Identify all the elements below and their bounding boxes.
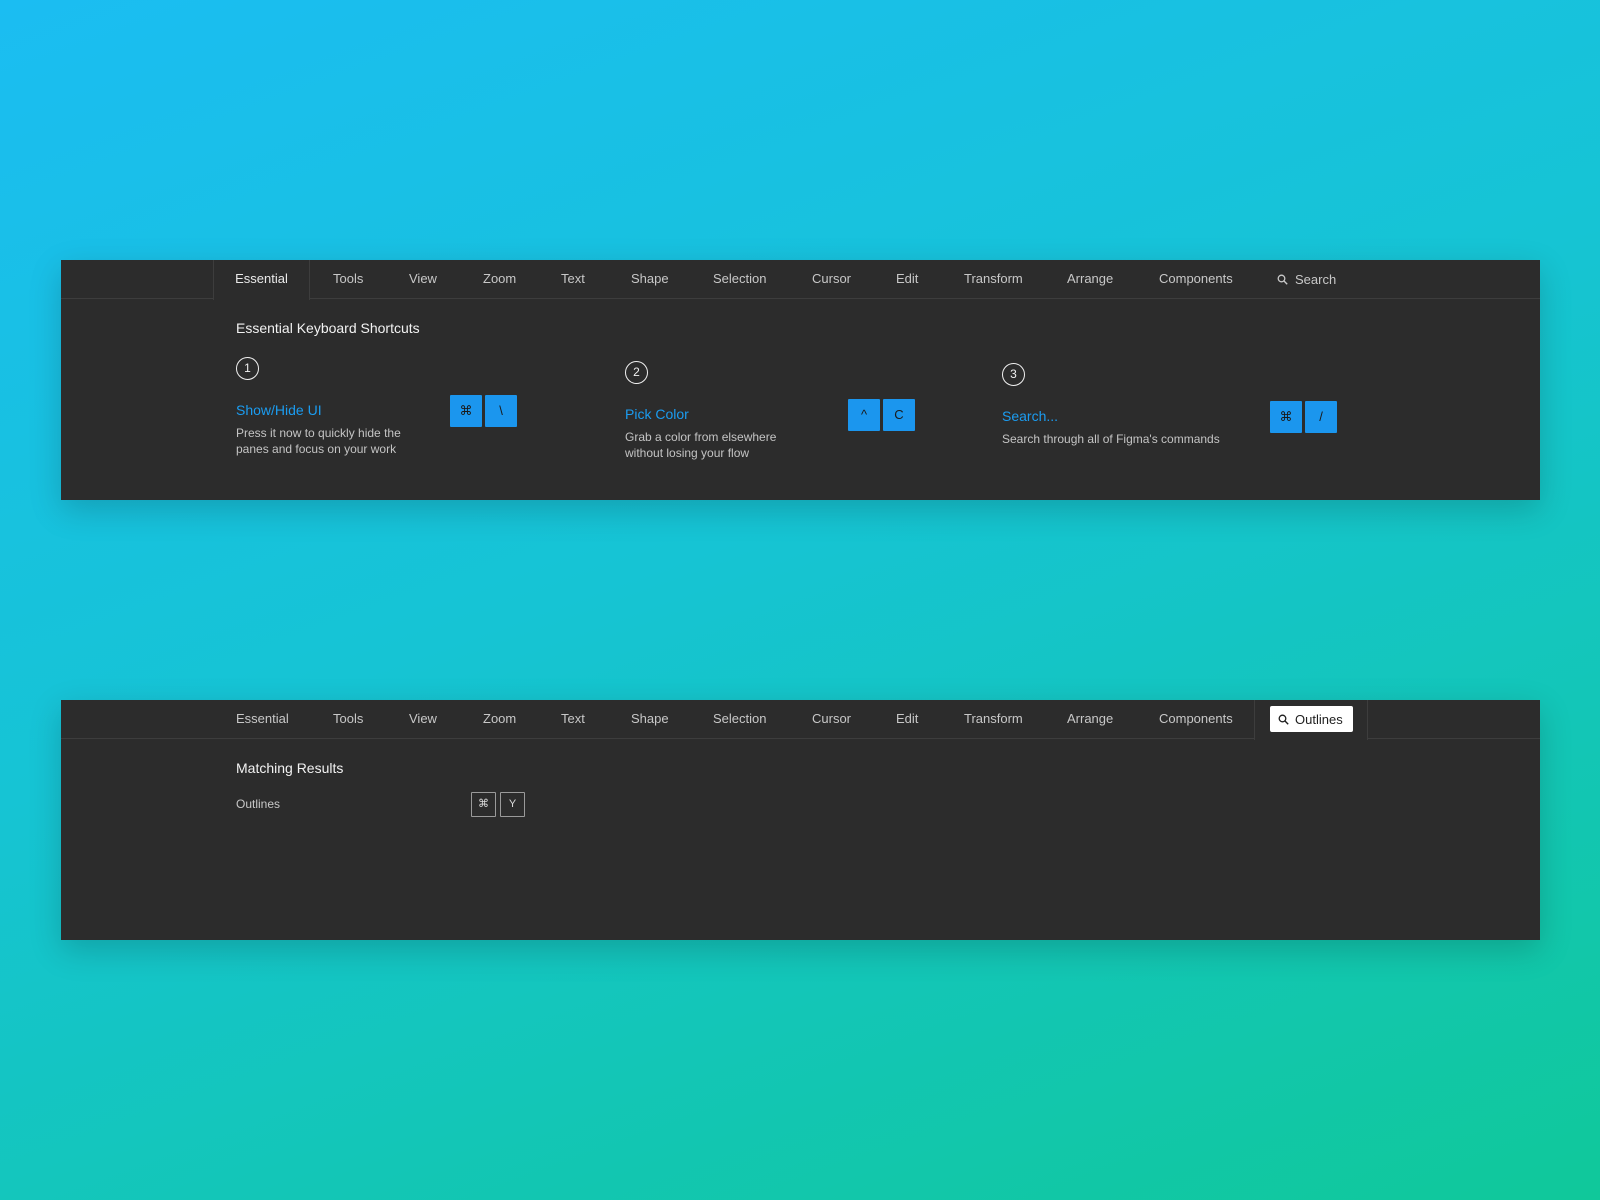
tab-shape[interactable]: Shape xyxy=(631,700,669,739)
shortcuts-panel-essential: Essential Tools View Zoom Text Shape Sel… xyxy=(61,260,1540,500)
c-key: C xyxy=(883,399,915,431)
search-box[interactable] xyxy=(1270,706,1353,732)
section-title: Matching Results xyxy=(236,760,344,776)
tab-arrange[interactable]: Arrange xyxy=(1067,700,1113,739)
tab-transform[interactable]: Transform xyxy=(964,700,1023,739)
tab-search-active xyxy=(1254,700,1368,740)
tab-tools[interactable]: Tools xyxy=(333,260,363,299)
command-key: ⌘ xyxy=(1270,401,1302,433)
shortcut-title[interactable]: Search... xyxy=(1002,408,1058,424)
tab-bar: Essential Tools View Zoom Text Shape Sel… xyxy=(61,700,1540,740)
tab-essential[interactable]: Essential xyxy=(236,700,289,739)
control-key: ^ xyxy=(848,399,880,431)
tab-shape[interactable]: Shape xyxy=(631,260,669,299)
step-number: 2 xyxy=(625,361,648,384)
search-icon xyxy=(1277,274,1288,285)
tab-zoom[interactable]: Zoom xyxy=(483,260,516,299)
step-number: 3 xyxy=(1002,363,1025,386)
tab-text[interactable]: Text xyxy=(561,700,585,739)
tab-cursor[interactable]: Cursor xyxy=(812,700,851,739)
shortcut-title[interactable]: Show/Hide UI xyxy=(236,402,322,418)
search-input[interactable] xyxy=(1295,711,1351,727)
tab-transform[interactable]: Transform xyxy=(964,260,1023,299)
section-title: Essential Keyboard Shortcuts xyxy=(236,320,420,336)
tab-selection[interactable]: Selection xyxy=(713,700,766,739)
shortcut-description: Grab a color from elsewhere without losi… xyxy=(625,430,777,460)
tab-components[interactable]: Components xyxy=(1159,260,1233,299)
command-key: ⌘ xyxy=(450,395,482,427)
shortcut-description: Search through all of Figma's commands xyxy=(1002,432,1220,446)
tab-essential[interactable]: Essential xyxy=(213,260,310,300)
tab-bar: Essential Tools View Zoom Text Shape Sel… xyxy=(61,260,1540,300)
backslash-key: \ xyxy=(485,395,517,427)
result-label[interactable]: Outlines xyxy=(236,797,280,811)
tab-tools[interactable]: Tools xyxy=(333,700,363,739)
slash-key: / xyxy=(1305,401,1337,433)
search-icon xyxy=(1278,714,1289,725)
tab-edit[interactable]: Edit xyxy=(896,260,918,299)
tab-arrange[interactable]: Arrange xyxy=(1067,260,1113,299)
tab-search[interactable]: Search xyxy=(1277,260,1336,299)
shortcut-title[interactable]: Pick Color xyxy=(625,406,689,422)
tab-selection[interactable]: Selection xyxy=(713,260,766,299)
tab-text[interactable]: Text xyxy=(561,260,585,299)
shortcut-description: Press it now to quickly hide the panes a… xyxy=(236,426,401,456)
search-tab-label: Search xyxy=(1295,272,1337,287)
tab-cursor[interactable]: Cursor xyxy=(812,260,851,299)
command-key: ⌘ xyxy=(471,792,496,817)
tab-edit[interactable]: Edit xyxy=(896,700,918,739)
tab-view[interactable]: View xyxy=(409,700,437,739)
y-key: Y xyxy=(500,792,525,817)
shortcuts-panel-search: Essential Tools View Zoom Text Shape Sel… xyxy=(61,700,1540,940)
tab-components[interactable]: Components xyxy=(1159,700,1233,739)
step-number: 1 xyxy=(236,357,259,380)
tab-zoom[interactable]: Zoom xyxy=(483,700,516,739)
tab-view[interactable]: View xyxy=(409,260,437,299)
